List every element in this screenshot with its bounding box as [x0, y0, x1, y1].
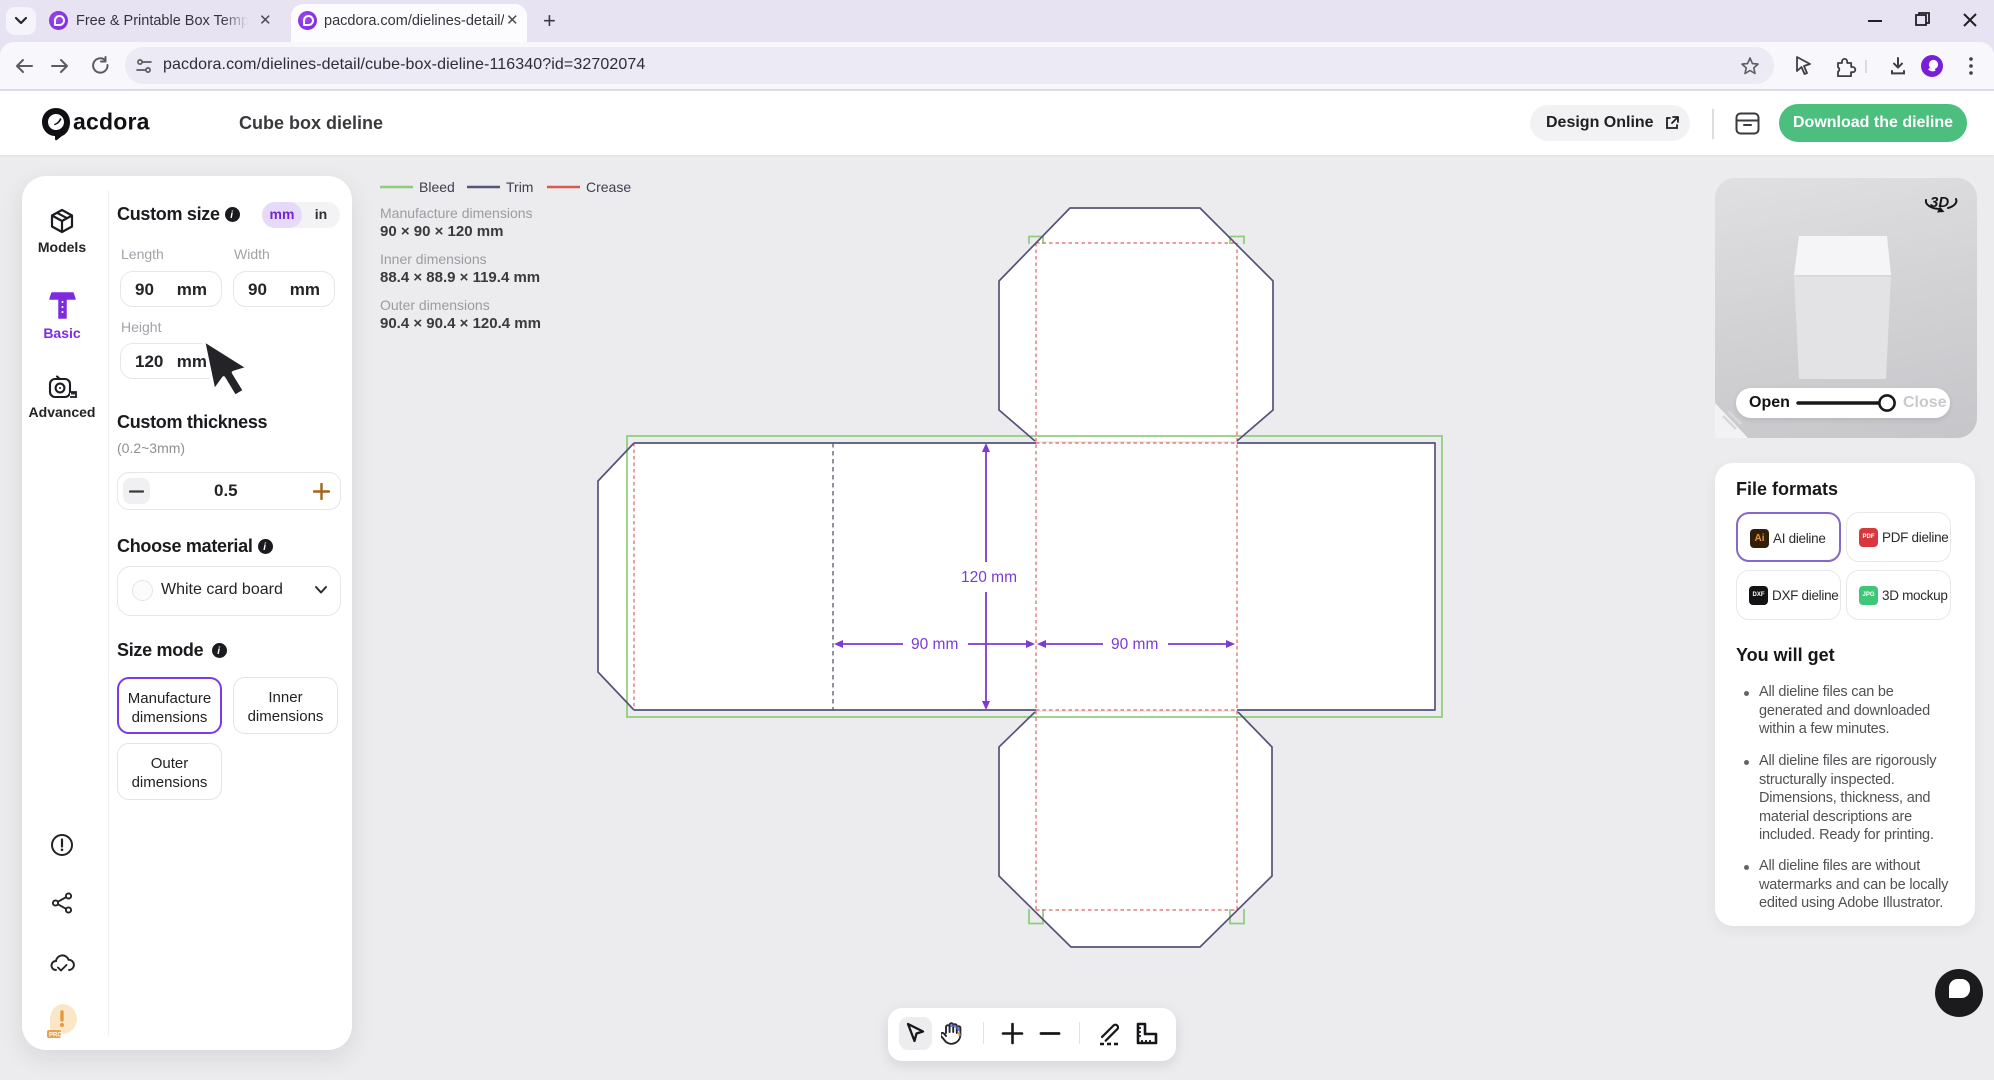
svg-text:acdora: acdora	[73, 109, 150, 135]
svg-text:90 mm: 90 mm	[911, 636, 958, 653]
svg-text:90 mm: 90 mm	[1111, 636, 1158, 653]
svg-text:i: i	[263, 542, 266, 553]
svg-text:120 mm: 120 mm	[961, 569, 1017, 586]
svg-text:i: i	[230, 210, 233, 221]
svg-text:PRO: PRO	[49, 1033, 62, 1039]
svg-text:i: i	[217, 646, 220, 657]
